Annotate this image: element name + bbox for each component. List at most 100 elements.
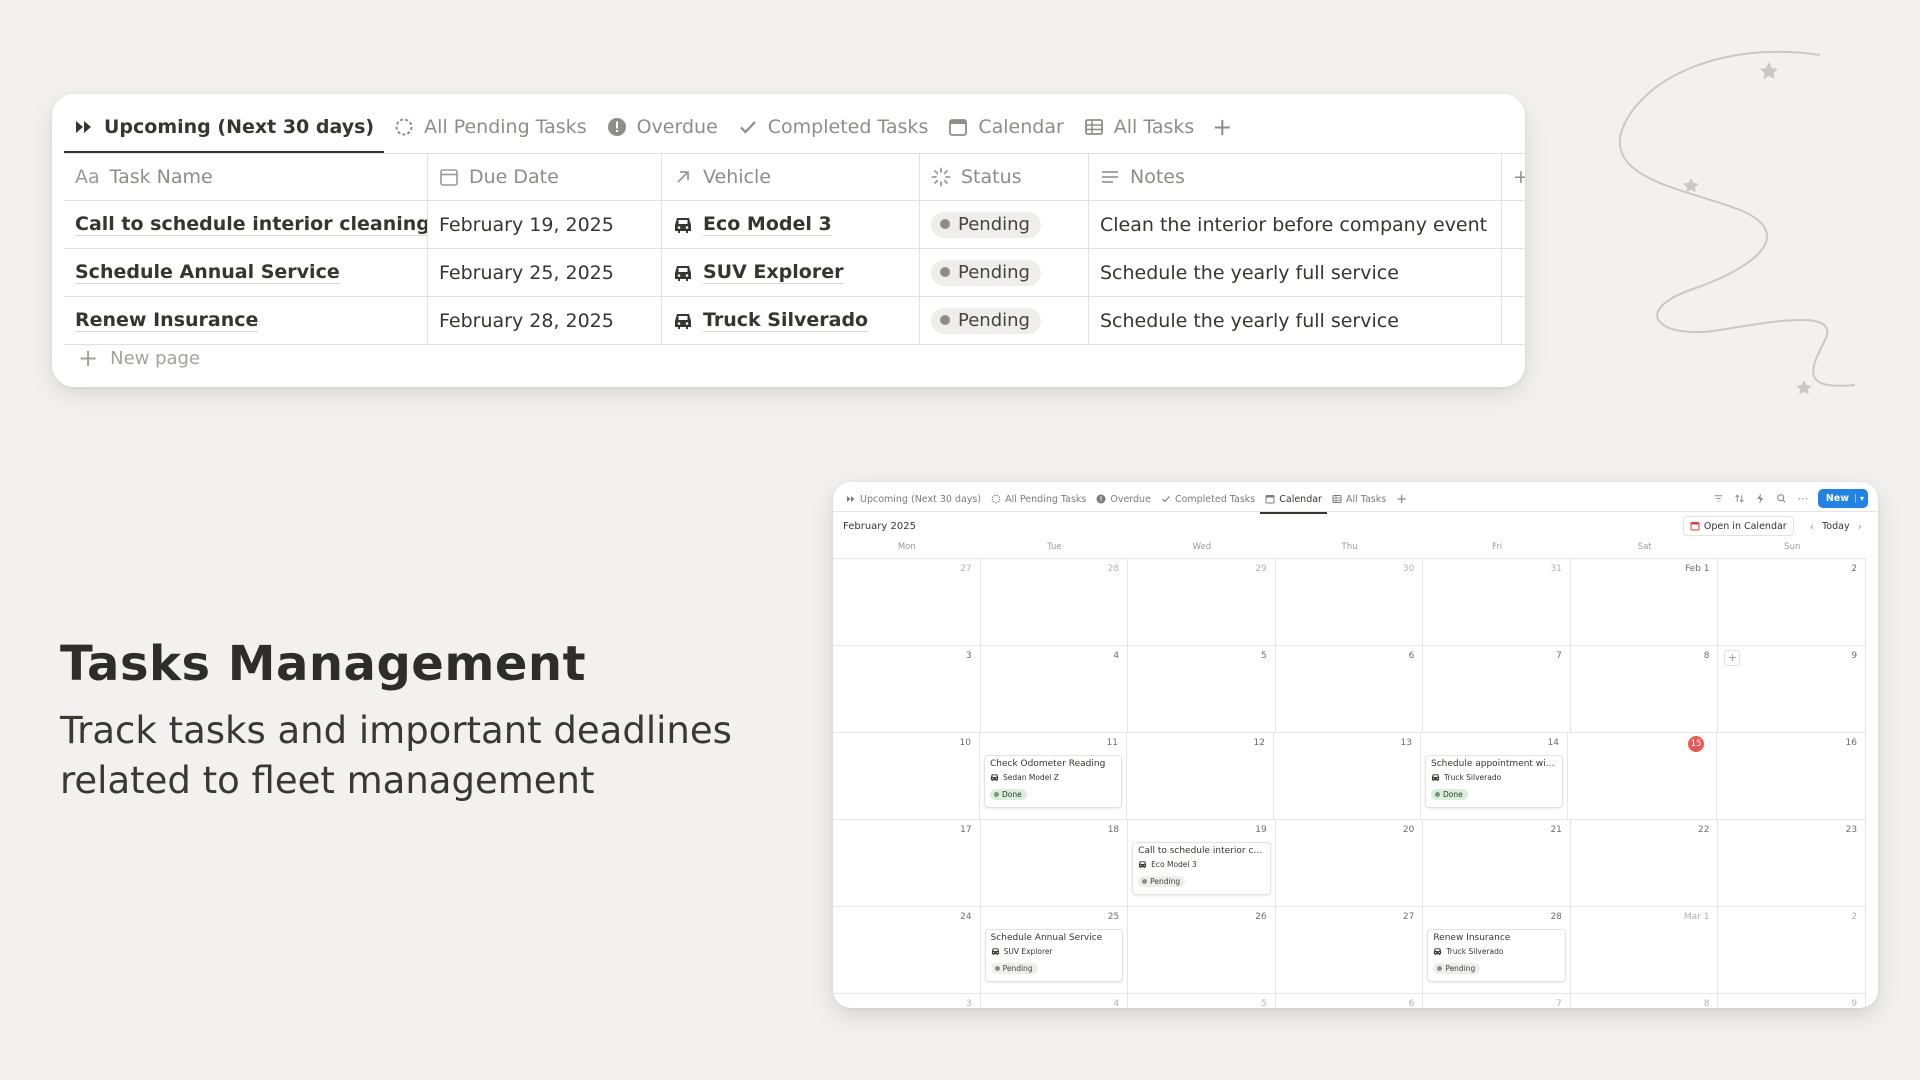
column-header-vehicle[interactable]: Vehicle bbox=[662, 153, 920, 200]
calendar-day-cell[interactable]: 2 bbox=[1718, 907, 1867, 993]
calendar-day-cell[interactable]: Feb 1 bbox=[1571, 559, 1719, 645]
status-cell[interactable]: Pending bbox=[920, 201, 1089, 248]
add-view-button[interactable]: + bbox=[1391, 488, 1412, 510]
calendar-day-cell[interactable]: 13 bbox=[1274, 733, 1421, 819]
event-card[interactable]: Schedule Annual Service SUV Explorer Pendi… bbox=[984, 929, 1124, 982]
calendar-day-cell[interactable]: 30 bbox=[1276, 559, 1424, 645]
calendar-day-cell[interactable]: 7 bbox=[1423, 994, 1571, 1008]
vehicle-cell[interactable]: Eco Model 3 bbox=[662, 201, 920, 248]
tab-all-tasks[interactable]: All Tasks bbox=[1074, 106, 1205, 148]
calendar-day-cell[interactable]: Mar 1 bbox=[1571, 907, 1719, 993]
tab-upcoming[interactable]: Upcoming (Next 30 days) bbox=[841, 488, 986, 510]
task-name-cell[interactable]: Schedule Annual Service bbox=[64, 249, 428, 296]
vehicle-link[interactable]: Truck Silverado bbox=[673, 309, 869, 332]
notes-cell[interactable]: Schedule the yearly full service bbox=[1089, 249, 1502, 296]
new-page-button[interactable]: + New page bbox=[78, 344, 200, 372]
calendar-day-cell[interactable]: 26 bbox=[1128, 907, 1276, 993]
filter-icon[interactable] bbox=[1710, 489, 1728, 507]
add-view-button[interactable]: + bbox=[1204, 106, 1240, 148]
due-date-cell[interactable]: February 28, 2025 bbox=[428, 297, 662, 344]
calendar-day-cell[interactable]: 17 bbox=[833, 820, 981, 906]
tab-calendar[interactable]: Calendar bbox=[938, 106, 1073, 148]
tab-overdue[interactable]: Overdue bbox=[1091, 488, 1156, 510]
calendar-day-cell[interactable]: 29 bbox=[1128, 559, 1276, 645]
task-name-cell[interactable]: Renew Insurance bbox=[64, 297, 428, 344]
calendar-day-cell[interactable]: 5 bbox=[1128, 646, 1276, 732]
vehicle-link[interactable]: SUV Explorer bbox=[673, 261, 844, 284]
event-card[interactable]: Check Odometer Reading Sedan Model Z Done bbox=[984, 755, 1122, 808]
calendar-day-cell[interactable]: 6 bbox=[1276, 994, 1424, 1008]
table-row[interactable]: Call to schedule interior cleaning Febru… bbox=[64, 201, 1525, 249]
calendar-day-cell[interactable]: 5 bbox=[1128, 994, 1276, 1008]
calendar-day-cell[interactable]: 4 bbox=[981, 646, 1129, 732]
calendar-day-cell[interactable]: 3 bbox=[833, 994, 981, 1008]
vehicle-link[interactable]: Eco Model 3 bbox=[673, 213, 832, 236]
calendar-day-cell[interactable]: 8 bbox=[1571, 994, 1719, 1008]
event-card[interactable]: Renew Insurance Truck Silverado Pending bbox=[1427, 929, 1566, 982]
notes-cell[interactable]: Clean the interior before company event bbox=[1089, 201, 1502, 248]
calendar-day-cell[interactable]: 27 bbox=[1276, 907, 1424, 993]
calendar-day-cell[interactable]: 21 bbox=[1423, 820, 1571, 906]
calendar-day-cell[interactable]: 12 bbox=[1127, 733, 1274, 819]
calendar-day-cell[interactable]: 27 bbox=[833, 559, 981, 645]
status-cell[interactable]: Pending bbox=[920, 249, 1089, 296]
calendar-day-cell[interactable]: 25 Schedule Annual Service SUV Explorer Pen… bbox=[981, 907, 1129, 993]
calendar-day-cell[interactable]: 6 bbox=[1276, 646, 1424, 732]
status-cell[interactable]: Pending bbox=[920, 297, 1089, 344]
add-column-button[interactable]: + bbox=[1502, 153, 1525, 200]
calendar-day-cell[interactable]: 31 bbox=[1423, 559, 1571, 645]
calendar-day-cell[interactable]: 7 bbox=[1423, 646, 1571, 732]
chevron-down-icon[interactable]: ▾ bbox=[1854, 493, 1864, 503]
task-name[interactable]: Renew Insurance bbox=[75, 309, 259, 332]
calendar-day-cell[interactable]: 8 bbox=[1571, 646, 1719, 732]
calendar-day-cell[interactable]: 28 bbox=[981, 559, 1129, 645]
tab-all-pending[interactable]: All Pending Tasks bbox=[384, 106, 597, 148]
sort-icon[interactable] bbox=[1731, 489, 1749, 507]
calendar-day-cell[interactable]: 11 Check Odometer Reading Sedan Model Z Don… bbox=[980, 733, 1127, 819]
tab-all-pending[interactable]: All Pending Tasks bbox=[986, 488, 1091, 510]
add-event-button[interactable]: + bbox=[1724, 650, 1741, 666]
calendar-day-cell[interactable]: 3 bbox=[833, 646, 981, 732]
calendar-day-cell[interactable]: 14 Schedule appointment with... Truck Silv… bbox=[1421, 733, 1568, 819]
column-header-due-date[interactable]: Due Date bbox=[428, 153, 662, 200]
calendar-day-cell[interactable]: 28 Renew Insurance Truck Silverado Pending bbox=[1423, 907, 1571, 993]
table-row[interactable]: Renew Insurance February 28, 2025 Truck … bbox=[64, 297, 1525, 345]
tab-all-tasks[interactable]: All Tasks bbox=[1327, 488, 1391, 510]
calendar-day-cell[interactable]: 16 bbox=[1719, 733, 1866, 819]
due-date-cell[interactable]: February 25, 2025 bbox=[428, 249, 662, 296]
open-in-calendar-button[interactable]: Open in Calendar bbox=[1682, 516, 1794, 536]
task-name[interactable]: Call to schedule interior cleaning bbox=[75, 213, 427, 236]
today-button[interactable]: Today bbox=[1822, 521, 1849, 532]
column-header-task-name[interactable]: Aa Task Name bbox=[64, 153, 428, 200]
column-header-status[interactable]: Status bbox=[920, 153, 1089, 200]
chevron-left-icon[interactable]: ‹ bbox=[1810, 520, 1814, 533]
notes-cell[interactable]: Schedule the yearly full service bbox=[1089, 297, 1502, 344]
due-date-cell[interactable]: February 19, 2025 bbox=[428, 201, 662, 248]
chevron-right-icon[interactable]: › bbox=[1858, 520, 1862, 533]
task-name-cell[interactable]: Call to schedule interior cleaning bbox=[64, 201, 428, 248]
new-button[interactable]: New ▾ bbox=[1817, 488, 1868, 508]
calendar-day-cell[interactable]: 20 bbox=[1276, 820, 1424, 906]
calendar-day-cell[interactable]: 10 bbox=[833, 733, 980, 819]
search-icon[interactable] bbox=[1773, 489, 1791, 507]
calendar-day-cell[interactable]: 4 bbox=[981, 994, 1129, 1008]
calendar-day-cell[interactable]: 15 bbox=[1570, 733, 1717, 819]
event-card[interactable]: Schedule appointment with... Truck Silver… bbox=[1425, 755, 1563, 808]
calendar-day-cell[interactable]: 23 bbox=[1718, 820, 1867, 906]
task-name[interactable]: Schedule Annual Service bbox=[75, 261, 340, 284]
event-card[interactable]: Call to schedule interior cle... Eco Mode… bbox=[1132, 842, 1271, 895]
calendar-day-cell[interactable]: 19 Call to schedule interior cle... Eco Mo… bbox=[1128, 820, 1276, 906]
calendar-day-cell[interactable]: 9 bbox=[1718, 994, 1867, 1008]
calendar-day-cell[interactable]: 2 bbox=[1718, 559, 1867, 645]
tab-upcoming[interactable]: Upcoming (Next 30 days) bbox=[64, 106, 385, 154]
tab-completed[interactable]: Completed Tasks bbox=[728, 106, 939, 148]
vehicle-cell[interactable]: Truck Silverado bbox=[662, 297, 920, 344]
calendar-day-cell[interactable]: 22 bbox=[1571, 820, 1719, 906]
tab-completed[interactable]: Completed Tasks bbox=[1156, 488, 1260, 510]
tab-overdue[interactable]: Overdue bbox=[597, 106, 728, 148]
table-row[interactable]: Schedule Annual Service February 25, 202… bbox=[64, 249, 1525, 297]
lightning-icon[interactable] bbox=[1752, 489, 1770, 507]
calendar-day-cell[interactable]: 18 bbox=[981, 820, 1129, 906]
calendar-day-cell[interactable]: 9 + bbox=[1718, 646, 1867, 732]
column-header-notes[interactable]: Notes bbox=[1089, 153, 1502, 200]
